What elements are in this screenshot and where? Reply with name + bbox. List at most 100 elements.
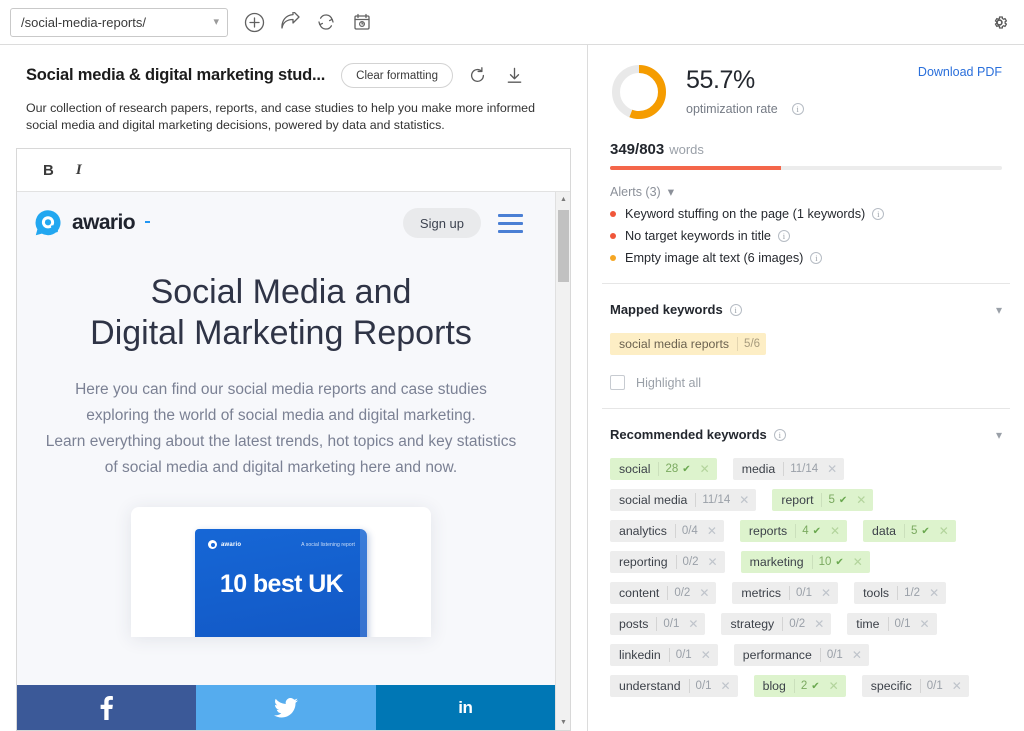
keyword-chip-count: 0/1 xyxy=(656,617,685,631)
keyword-chip-label: analytics xyxy=(610,524,675,538)
remove-keyword-icon[interactable]: ✕ xyxy=(949,679,969,693)
remove-keyword-icon[interactable]: ✕ xyxy=(704,524,724,538)
remove-keyword-icon[interactable]: ✕ xyxy=(698,648,718,662)
check-icon: ✔ xyxy=(682,464,690,475)
schedule-icon[interactable] xyxy=(349,9,375,35)
remove-keyword-icon[interactable]: ✕ xyxy=(827,524,847,538)
info-icon[interactable]: i xyxy=(774,429,786,441)
keyword-chip[interactable]: blog2✔✕ xyxy=(754,675,846,697)
info-icon[interactable]: i xyxy=(730,304,742,316)
preview-scrollbar[interactable]: ▲ ▼ xyxy=(555,192,570,730)
remove-keyword-icon[interactable]: ✕ xyxy=(936,524,956,538)
italic-button[interactable]: I xyxy=(76,162,82,179)
keyword-chip-count: 0/1 xyxy=(789,586,818,600)
top-toolbar: /social-media-reports/ ▾ xyxy=(0,0,1024,45)
hamburger-menu-icon[interactable] xyxy=(498,214,523,233)
keyword-chip[interactable]: report5✔✕ xyxy=(772,489,873,511)
alert-text: Empty image alt text (6 images) xyxy=(625,251,803,265)
keyword-chip-count: 0/4 xyxy=(675,524,704,538)
keyword-chip[interactable]: posts0/1✕ xyxy=(610,613,705,635)
remove-keyword-icon[interactable]: ✕ xyxy=(917,617,937,631)
check-icon: ✔ xyxy=(839,495,847,506)
info-icon[interactable]: i xyxy=(810,252,822,264)
remove-keyword-icon[interactable]: ✕ xyxy=(849,648,869,662)
logo-accent-dot xyxy=(145,221,150,223)
keyword-chip[interactable]: marketing10✔✕ xyxy=(741,551,870,573)
keyword-chip[interactable]: strategy0/2✕ xyxy=(721,613,831,635)
ebook-cover: awario A social listening report 10 best… xyxy=(195,529,367,637)
download-pdf-link[interactable]: Download PDF xyxy=(918,65,1002,79)
alerts-header[interactable]: Alerts (3) ▾ xyxy=(610,184,1002,199)
sign-up-button[interactable]: Sign up xyxy=(403,208,481,238)
keyword-chip[interactable]: time0/1✕ xyxy=(847,613,936,635)
remove-keyword-icon[interactable]: ✕ xyxy=(736,493,756,507)
scrollbar-thumb[interactable] xyxy=(558,210,569,282)
refresh-icon[interactable] xyxy=(466,64,490,88)
share-icon[interactable] xyxy=(277,9,303,35)
chevron-down-icon[interactable]: ▾ xyxy=(996,428,1002,442)
settings-gear-icon[interactable] xyxy=(986,9,1012,35)
remove-keyword-icon[interactable]: ✕ xyxy=(718,679,738,693)
alert-severity-dot xyxy=(610,233,616,239)
remove-keyword-icon[interactable]: ✕ xyxy=(853,493,873,507)
keyword-chip[interactable]: tools1/2✕ xyxy=(854,582,946,604)
keyword-chip-count: 0/2 xyxy=(667,586,696,600)
keyword-chip-label: blog xyxy=(754,679,794,693)
info-icon[interactable]: i xyxy=(872,208,884,220)
twitter-share-button[interactable] xyxy=(196,685,375,730)
formatting-toolbar: B I xyxy=(17,149,570,192)
keyword-chip[interactable]: reports4✔✕ xyxy=(740,520,847,542)
refresh-icon[interactable] xyxy=(313,9,339,35)
keyword-chip-count: 11/14 xyxy=(695,493,736,507)
add-circle-icon[interactable] xyxy=(241,9,267,35)
remove-keyword-icon[interactable]: ✕ xyxy=(696,586,716,600)
linkedin-share-button[interactable]: in xyxy=(376,685,555,730)
keyword-chip-count: 0/1 xyxy=(689,679,718,693)
optimization-caption: optimization rate xyxy=(686,102,778,116)
keyword-chip[interactable]: linkedin0/1✕ xyxy=(610,644,718,666)
keyword-chip-count: 0/1 xyxy=(888,617,917,631)
info-icon[interactable]: i xyxy=(792,103,804,115)
highlight-all-checkbox[interactable] xyxy=(610,375,625,390)
check-icon: ✔ xyxy=(813,526,821,537)
remove-keyword-icon[interactable]: ✕ xyxy=(705,555,725,569)
keyword-chip[interactable]: social media reports5/6 xyxy=(610,333,766,355)
remove-keyword-icon[interactable]: ✕ xyxy=(826,679,846,693)
page-url-select[interactable]: /social-media-reports/ ▾ xyxy=(10,8,228,37)
info-icon[interactable]: i xyxy=(778,230,790,242)
chevron-down-icon[interactable]: ▾ xyxy=(668,184,674,199)
chevron-down-icon[interactable]: ▾ xyxy=(996,303,1002,317)
keyword-chip[interactable]: reporting0/2✕ xyxy=(610,551,725,573)
bold-button[interactable]: B xyxy=(43,162,54,179)
page-preview[interactable]: awario Sign up Social Media and Digital … xyxy=(17,192,570,730)
keyword-chip[interactable]: performance0/1✕ xyxy=(734,644,869,666)
remove-keyword-icon[interactable]: ✕ xyxy=(818,586,838,600)
scroll-up-icon[interactable]: ▲ xyxy=(556,192,570,207)
scroll-down-icon[interactable]: ▼ xyxy=(556,715,570,730)
keyword-chip[interactable]: analytics0/4✕ xyxy=(610,520,724,542)
keyword-chip[interactable]: data5✔✕ xyxy=(863,520,956,542)
keyword-chip[interactable]: understand0/1✕ xyxy=(610,675,738,697)
document-description: Our collection of research papers, repor… xyxy=(26,100,546,134)
remove-keyword-icon[interactable]: ✕ xyxy=(850,555,870,569)
remove-keyword-icon[interactable]: ✕ xyxy=(685,617,705,631)
preview-content: awario Sign up Social Media and Digital … xyxy=(17,192,545,637)
highlight-all-row[interactable]: Highlight all xyxy=(588,355,1024,408)
preview-heading-line-1: Social Media and xyxy=(151,273,412,311)
keyword-chip[interactable]: specific0/1✕ xyxy=(862,675,969,697)
keyword-chip[interactable]: social28✔✕ xyxy=(610,458,717,480)
keyword-chip-count: 28✔ xyxy=(658,462,696,476)
facebook-share-button[interactable] xyxy=(17,685,196,730)
remove-keyword-icon[interactable]: ✕ xyxy=(697,462,717,476)
keyword-chip[interactable]: media11/14✕ xyxy=(733,458,845,480)
keyword-chip-label: social media xyxy=(610,493,695,507)
clear-formatting-button[interactable]: Clear formatting xyxy=(341,63,453,88)
keyword-chip[interactable]: metrics0/1✕ xyxy=(732,582,838,604)
keyword-chip[interactable]: content0/2✕ xyxy=(610,582,716,604)
remove-keyword-icon[interactable]: ✕ xyxy=(926,586,946,600)
keyword-chip[interactable]: social media11/14✕ xyxy=(610,489,756,511)
keyword-chip-label: time xyxy=(847,617,887,631)
download-icon[interactable] xyxy=(503,64,527,88)
remove-keyword-icon[interactable]: ✕ xyxy=(824,462,844,476)
remove-keyword-icon[interactable]: ✕ xyxy=(811,617,831,631)
